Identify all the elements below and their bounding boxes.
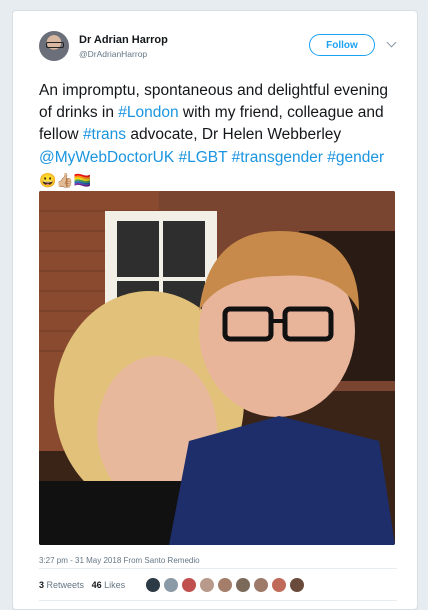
liker-avatar[interactable] bbox=[253, 577, 269, 593]
divider bbox=[39, 568, 397, 569]
tweet-text-segment: advocate, Dr Helen Webberley bbox=[126, 126, 342, 143]
liker-avatar[interactable] bbox=[199, 577, 215, 593]
tweet-link[interactable]: #transgender bbox=[232, 149, 323, 166]
tweet-text: An impromptu, spontaneous and delightful… bbox=[39, 80, 399, 192]
tweet-card: Dr Adrian Harrop @DrAdrianHarrop Follow … bbox=[12, 10, 418, 610]
display-name[interactable]: Dr Adrian Harrop bbox=[79, 34, 168, 46]
handle[interactable]: @DrAdrianHarrop bbox=[79, 49, 168, 59]
tweet-link[interactable]: #trans bbox=[83, 126, 126, 143]
tweet-stats: 3 Retweets 46 Likes bbox=[39, 580, 125, 590]
liker-avatar[interactable] bbox=[163, 577, 179, 593]
source-prefix: From bbox=[123, 556, 143, 565]
liker-avatar[interactable] bbox=[271, 577, 287, 593]
divider bbox=[39, 600, 397, 601]
liker-avatars bbox=[145, 577, 307, 593]
follow-button[interactable]: Follow bbox=[309, 34, 375, 56]
tweet-photo[interactable] bbox=[39, 191, 395, 545]
photo-image bbox=[39, 191, 395, 545]
tweet-link[interactable]: #LGBT bbox=[178, 149, 227, 166]
liker-avatar[interactable] bbox=[217, 577, 233, 593]
tweet-meta: 3:27 pm - 31 May 2018 From Santo Remedio bbox=[39, 556, 200, 565]
avatar[interactable] bbox=[39, 31, 69, 61]
source: Santo Remedio bbox=[144, 556, 200, 565]
chevron-down-icon[interactable] bbox=[386, 37, 397, 48]
tweet-link[interactable]: @MyWebDoctorUK bbox=[39, 149, 174, 166]
timestamp[interactable]: 3:27 pm - 31 May 2018 bbox=[39, 556, 121, 565]
liker-avatar[interactable] bbox=[235, 577, 251, 593]
retweets-stat[interactable]: 3 Retweets bbox=[39, 580, 84, 590]
tweet-emoji: 😀👍🏼🏳️‍🌈 bbox=[39, 172, 92, 188]
tweet-link[interactable]: #gender bbox=[327, 149, 384, 166]
tweet-link[interactable]: #London bbox=[118, 104, 178, 121]
likes-stat[interactable]: 46 Likes bbox=[92, 580, 126, 590]
liker-avatar[interactable] bbox=[181, 577, 197, 593]
tweet-header: Dr Adrian Harrop @DrAdrianHarrop Follow bbox=[39, 31, 397, 71]
liker-avatar[interactable] bbox=[145, 577, 161, 593]
author-names[interactable]: Dr Adrian Harrop @DrAdrianHarrop bbox=[79, 34, 168, 59]
liker-avatar[interactable] bbox=[289, 577, 305, 593]
